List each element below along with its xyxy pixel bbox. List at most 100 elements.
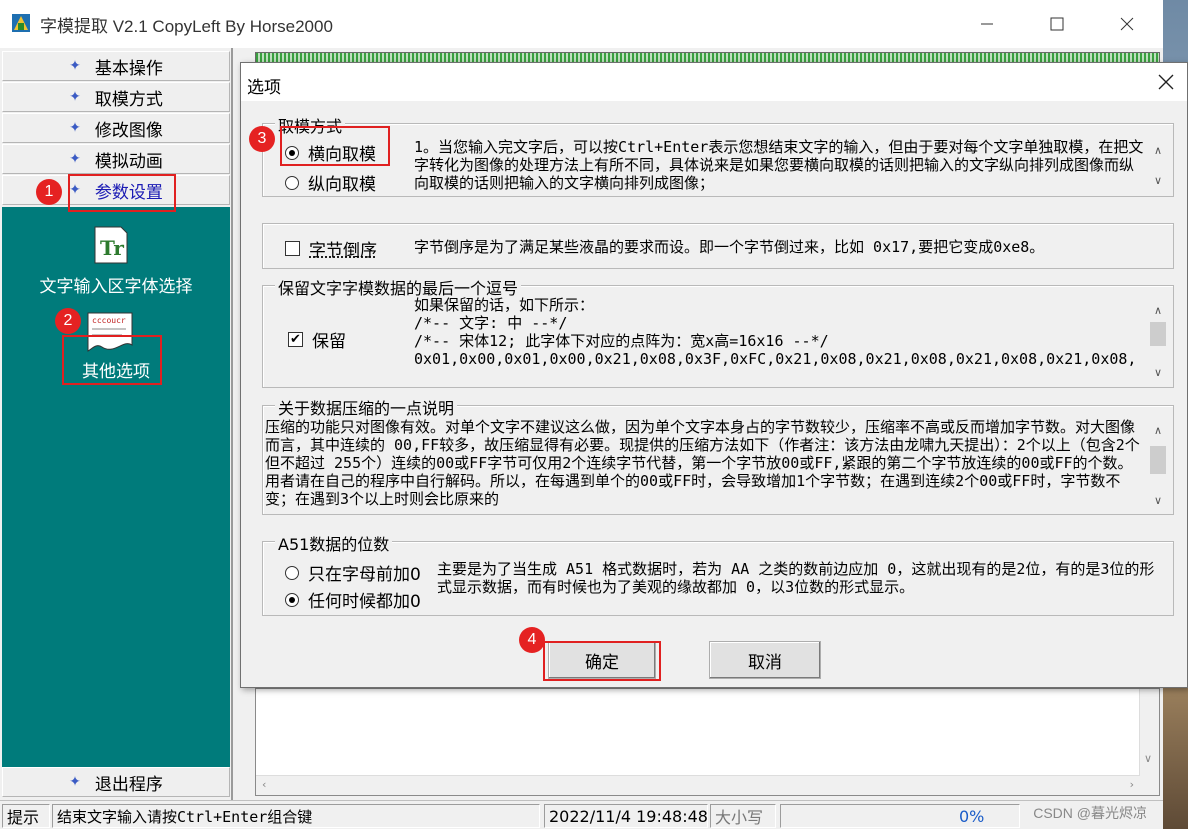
- font-select-button[interactable]: Tr 文字输入区字体选择: [2, 217, 230, 302]
- window-title: 字模提取 V2.1 CopyLeft By Horse2000: [40, 17, 333, 36]
- mode-group: 取模方式 横向取模 纵向取模 1。当您输入完文字后，可以按Ctrl+Enter表…: [262, 113, 1174, 197]
- dialog-title: 选项: [247, 78, 281, 98]
- watermark: CSDN @暮光烬凉: [1033, 805, 1147, 821]
- radio-a51-letter-label: 只在字母前加0: [308, 565, 421, 585]
- chevron-right-icon: ›: [1129, 778, 1134, 791]
- sidebar-item-label: 修改图像: [94, 120, 163, 141]
- keep-comma-label: 保留: [312, 332, 346, 352]
- diamond-icon: ✦: [69, 89, 81, 105]
- sidebar-item-label: 取模方式: [94, 89, 163, 110]
- a51-description: 主要是为了当生成 A51 格式数据时，若为 AA 之类的数前边应加 0，这就出现…: [437, 560, 1155, 596]
- mode-description: 1。当您输入完文字后，可以按Ctrl+Enter表示您想结束文字的输入，但由于要…: [414, 138, 1144, 192]
- radio-a51-always-label: 任何时候都加0: [308, 592, 421, 612]
- keep-comma-scrollbar[interactable]: ∧ ∨: [1147, 298, 1169, 384]
- radio-vertical-label: 纵向取模: [308, 175, 376, 195]
- status-progress: 0%: [780, 804, 1020, 828]
- annotation-box-horizontal: [280, 126, 390, 166]
- chevron-down-icon: ∨: [1153, 173, 1163, 187]
- compression-text: 压缩的功能只对图像有效。对单个文字不建议这么做，因为单个文字本身占的字节数较少，…: [265, 418, 1140, 508]
- radio-button: [285, 175, 299, 190]
- cancel-button[interactable]: 取消: [709, 641, 821, 679]
- radio-a51-always[interactable]: 任何时候都加0: [285, 587, 421, 612]
- mode-description-scrollbar[interactable]: ∧ ∨: [1147, 138, 1169, 192]
- checkbox: ✔: [288, 332, 303, 347]
- byte-reverse-label: 字节倒序: [309, 241, 377, 261]
- keep-comma-group: 保留文字字模数据的最后一个逗号 ✔ 保留 如果保留的话，如下所示： /*-- 文字…: [262, 275, 1174, 388]
- sidebar-item-exit[interactable]: ✦ 退出程序: [2, 767, 230, 797]
- horizontal-scrollbar[interactable]: ‹ ›: [256, 775, 1140, 795]
- byte-reverse-group: 字节倒序 字节倒序是为了满足某些液晶的要求而设。即一个字节倒过来，比如 0x17…: [262, 223, 1174, 269]
- annotation-badge-1: 1: [36, 179, 62, 205]
- chevron-down-icon: ∨: [1153, 365, 1163, 379]
- text-input-area[interactable]: ∨ ‹ ›: [255, 688, 1160, 796]
- annotation-badge-4: 4: [519, 627, 545, 653]
- status-caps: 大小写: [710, 804, 776, 828]
- sidebar: ✦ 基本操作 ✦ 取模方式 ✦ 修改图像 ✦ 模拟动画 ✦ 参数设置 Tr 文字输入区字体…: [0, 48, 233, 800]
- vertical-scrollbar[interactable]: ∨: [1139, 689, 1159, 795]
- app-icon: [12, 14, 30, 32]
- radio-button: [285, 565, 299, 580]
- annotation-box-settings: [68, 174, 176, 212]
- annotation-badge-3: 3: [249, 126, 275, 152]
- annotation-box-other-options: [62, 335, 162, 385]
- font-select-label: 文字输入区字体选择: [39, 277, 193, 297]
- example-line: 如果保留的话，如下所示：: [414, 296, 595, 314]
- title-bar: 字模提取 V2.1 CopyLeft By Horse2000: [0, 0, 1163, 48]
- compression-legend: 关于数据压缩的一点说明: [275, 395, 458, 419]
- sidebar-item-mode[interactable]: ✦ 取模方式: [2, 82, 230, 112]
- minimize-icon: [981, 23, 993, 25]
- annotation-box-ok: [543, 641, 661, 681]
- checkbox-keep-comma[interactable]: ✔ 保留: [288, 327, 346, 352]
- dialog-title-bar: 选项: [241, 63, 1187, 101]
- close-icon: [1120, 17, 1134, 31]
- progress-text: 0%: [959, 806, 985, 826]
- compression-group: 关于数据压缩的一点说明 压缩的功能只对图像有效。对单个文字不建议这么做，因为单个…: [262, 395, 1174, 515]
- font-icon: Tr: [94, 226, 128, 264]
- compression-scrollbar[interactable]: ∧ ∨: [1147, 418, 1169, 512]
- dialog-close-button[interactable]: [1153, 69, 1179, 95]
- chevron-left-icon: ‹: [262, 778, 267, 791]
- svg-text:Tr: Tr: [100, 236, 124, 260]
- annotation-badge-2: 2: [55, 308, 81, 334]
- maximize-icon: [1050, 17, 1064, 31]
- status-bar: 提示 结束文字输入请按Ctrl+Enter组合键 2022/11/4 19:48…: [0, 800, 1163, 829]
- status-hint-text: 结束文字输入请按Ctrl+Enter组合键: [52, 804, 540, 828]
- checkbox: [285, 241, 300, 256]
- diamond-icon: ✦: [69, 151, 81, 167]
- example-line: 0x01,0x00,0x01,0x00,0x21,0x08,0x3F,0xFC,…: [414, 350, 1137, 368]
- settings-panel: Tr 文字输入区字体选择 cccoucr 其他选项: [2, 207, 230, 767]
- close-icon: [1158, 74, 1174, 90]
- byte-reverse-description: 字节倒序是为了满足某些液晶的要求而设。即一个字节倒过来，比如 0x17,要把它变…: [414, 238, 1045, 256]
- radio-vertical[interactable]: 纵向取模: [285, 170, 376, 195]
- sidebar-item-label: 基本操作: [94, 58, 163, 79]
- chevron-up-icon: ∧: [1153, 423, 1163, 437]
- sidebar-item-label: 模拟动画: [94, 151, 163, 172]
- checkbox-byte-reverse[interactable]: 字节倒序: [285, 236, 377, 261]
- chevron-up-icon: ∧: [1153, 143, 1163, 157]
- diamond-icon: ✦: [69, 120, 81, 136]
- scroll-thumb[interactable]: [1150, 322, 1166, 346]
- minimize-button[interactable]: [964, 8, 1010, 40]
- example-line: /*-- 宋体12; 此字体下对应的点阵为：宽x高=16x16 --*/: [414, 332, 829, 350]
- diamond-icon: ✦: [69, 774, 81, 790]
- status-hint-label: 提示: [2, 804, 50, 828]
- radio-a51-letter[interactable]: 只在字母前加0: [285, 560, 421, 585]
- a51-group: A51数据的位数 只在字母前加0 任何时候都加0 主要是为了当生成 A51 格式…: [262, 531, 1174, 616]
- sidebar-item-basic-ops[interactable]: ✦ 基本操作: [2, 51, 230, 81]
- sidebar-item-label: 退出程序: [94, 774, 163, 795]
- status-datetime: 2022/11/4 19:48:48: [544, 804, 708, 828]
- radio-button: [285, 592, 299, 607]
- sidebar-item-animation[interactable]: ✦ 模拟动画: [2, 144, 230, 174]
- chevron-down-icon: ∨: [1153, 493, 1163, 507]
- chevron-up-icon: ∧: [1153, 303, 1163, 317]
- close-button[interactable]: [1104, 8, 1150, 40]
- svg-text:cccoucr: cccoucr: [92, 316, 126, 325]
- diamond-icon: ✦: [69, 58, 81, 74]
- example-line: /*-- 文字: 中 --*/: [414, 314, 568, 332]
- chevron-down-icon: ∨: [1144, 752, 1153, 765]
- a51-legend: A51数据的位数: [275, 531, 393, 555]
- sidebar-item-edit-image[interactable]: ✦ 修改图像: [2, 113, 230, 143]
- maximize-button[interactable]: [1034, 8, 1080, 40]
- scroll-thumb[interactable]: [1150, 446, 1166, 474]
- keep-comma-example: 如果保留的话，如下所示： /*-- 文字: 中 --*/ /*-- 宋体12; …: [414, 296, 1139, 382]
